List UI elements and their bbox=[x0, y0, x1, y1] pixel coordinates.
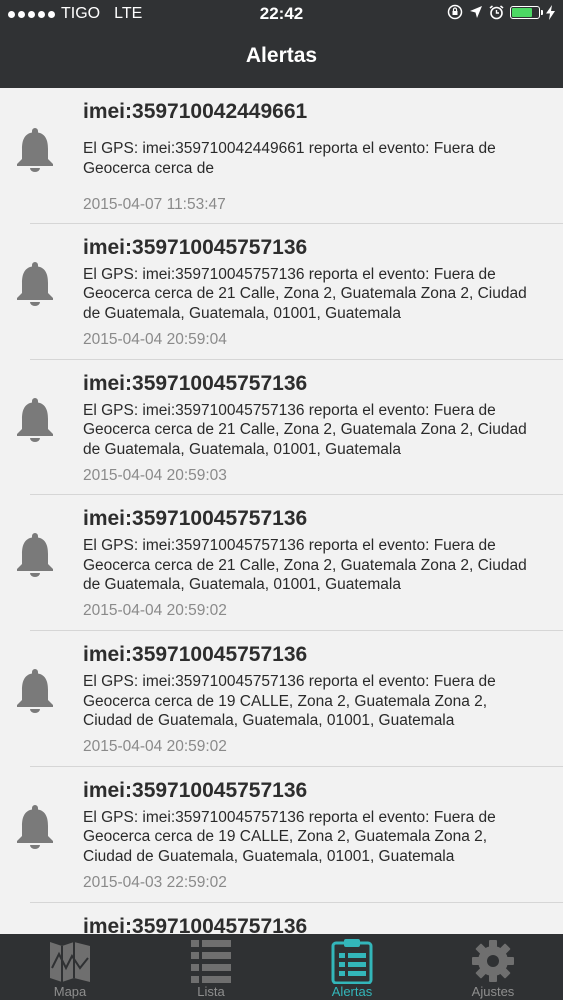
tab-label: Lista bbox=[197, 984, 225, 999]
tab-mapa[interactable]: Mapa bbox=[0, 934, 140, 1000]
tab-bar: Mapa Lista Alertas Ajustes bbox=[0, 934, 563, 1000]
alert-imei: imei:359710045757136 bbox=[83, 507, 308, 531]
alert-imei: imei:359710045757136 bbox=[83, 643, 308, 667]
alert-date: 2015-04-03 22:59:02 bbox=[83, 873, 227, 891]
tab-lista[interactable]: Lista bbox=[141, 934, 281, 1000]
clipboard-icon bbox=[331, 939, 373, 984]
location-arrow-icon bbox=[470, 6, 482, 18]
status-bar: TIGO LTE 22:42 bbox=[0, 0, 563, 30]
alert-date: 2015-04-04 20:59:02 bbox=[83, 738, 227, 756]
alert-imei: imei:359710045757136 bbox=[83, 914, 308, 934]
alert-message: El GPS: imei:359710045757136 reporta el … bbox=[83, 673, 496, 730]
alert-imei: imei:359710045757136 bbox=[83, 235, 308, 259]
map-icon bbox=[50, 942, 90, 982]
alert-message: El GPS: imei:359710045757136 reporta el … bbox=[83, 401, 527, 458]
alarm-icon bbox=[489, 4, 504, 19]
alerts-list[interactable]: imei:359710042449661 El GPS: imei:359710… bbox=[0, 88, 563, 934]
bell-icon bbox=[17, 128, 53, 172]
orientation-lock-icon bbox=[447, 4, 463, 20]
list-icon bbox=[191, 940, 231, 983]
alert-item[interactable]: imei:359710045757136 El GPS: imei:359710… bbox=[0, 495, 563, 632]
battery-icon bbox=[510, 5, 543, 19]
tab-label: Alertas bbox=[331, 984, 373, 999]
gear-icon bbox=[472, 940, 514, 982]
charging-bolt-icon bbox=[546, 4, 555, 20]
tab-label: Ajustes bbox=[471, 984, 515, 999]
alert-date: 2015-04-07 11:53:47 bbox=[83, 196, 226, 213]
alert-message: El GPS: imei:359710045757136 reporta el … bbox=[83, 537, 527, 594]
alert-date: 2015-04-04 20:59:04 bbox=[83, 330, 227, 348]
alert-item[interactable]: imei:359710045757136 El GPS: imei:359710… bbox=[0, 224, 563, 360]
alert-item[interactable]: imei:359710045757136 El GPS: imei:359710… bbox=[0, 767, 563, 903]
alert-message: El GPS: imei:359710042449661 reporta el … bbox=[83, 140, 496, 177]
alert-imei: imei:359710045757136 bbox=[83, 778, 308, 802]
alert-item[interactable]: imei:359710045757136 bbox=[0, 903, 563, 934]
tab-label: Mapa bbox=[53, 984, 87, 999]
alert-date: 2015-04-04 20:59:03 bbox=[83, 466, 227, 484]
alert-message: El GPS: imei:359710045757136 reporta el … bbox=[83, 808, 496, 865]
page-title: Alertas bbox=[245, 44, 318, 67]
alert-message: El GPS: imei:359710045757136 reporta el … bbox=[83, 265, 527, 322]
alert-item[interactable]: imei:359710045757136 El GPS: imei:359710… bbox=[0, 631, 563, 767]
alert-item[interactable]: imei:359710045757136 El GPS: imei:359710… bbox=[0, 360, 563, 496]
bell-icon bbox=[17, 397, 53, 442]
bell-icon bbox=[17, 804, 53, 849]
navigation-bar: TIGO LTE 22:42 Alertas bbox=[0, 0, 563, 88]
alert-date: 2015-04-04 20:59:02 bbox=[83, 602, 227, 620]
alert-item[interactable]: imei:359710042449661 El GPS: imei:359710… bbox=[0, 88, 563, 224]
tab-alertas[interactable]: Alertas bbox=[282, 934, 422, 1000]
tab-ajustes[interactable]: Ajustes bbox=[423, 934, 563, 1000]
alert-imei: imei:359710045757136 bbox=[83, 371, 308, 395]
bell-icon bbox=[17, 533, 53, 578]
bell-icon bbox=[17, 669, 53, 714]
alert-imei: imei:359710042449661 bbox=[83, 100, 308, 123]
bell-icon bbox=[17, 261, 53, 306]
